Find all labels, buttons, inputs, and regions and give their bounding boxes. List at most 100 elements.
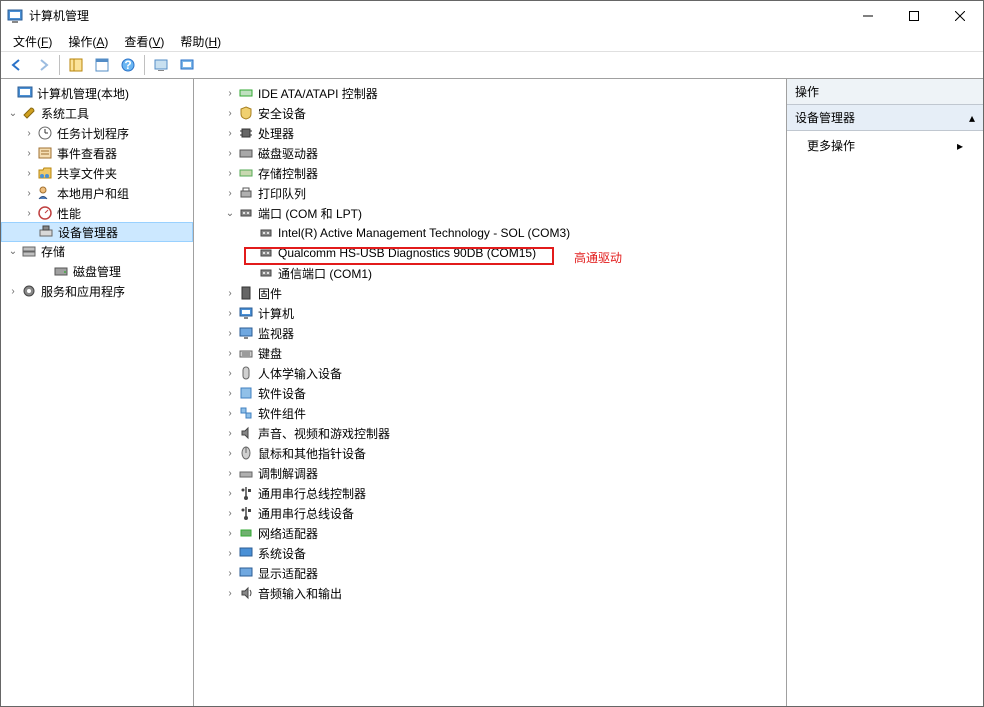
device-modem[interactable]: ›调制解调器 <box>194 463 786 483</box>
chevron-right-icon: ▸ <box>957 139 963 153</box>
expander-open-icon[interactable]: ⌄ <box>5 105 21 121</box>
menu-action[interactable]: 操作(A) <box>60 31 116 52</box>
device-mgr-icon <box>38 224 54 240</box>
forward-button[interactable] <box>31 53 55 77</box>
device-security[interactable]: ›安全设备 <box>194 103 786 123</box>
scan-hardware-button[interactable] <box>149 53 173 77</box>
users-icon <box>37 185 53 201</box>
result-pane[interactable]: ›IDE ATA/ATAPI 控制器 ›安全设备 ›处理器 ›磁盘驱动器 ›存储… <box>194 79 787 706</box>
usb-icon <box>238 505 254 521</box>
node-device-manager[interactable]: 设备管理器 <box>1 222 193 242</box>
menubar: 文件(F) 操作(A) 查看(V) 帮助(H) <box>1 31 983 51</box>
device-sw-components[interactable]: ›软件组件 <box>194 403 786 423</box>
node-root[interactable]: 计算机管理(本地) <box>1 83 193 103</box>
ide-icon <box>238 85 254 101</box>
device-usb-dev[interactable]: ›通用串行总线设备 <box>194 503 786 523</box>
menu-help[interactable]: 帮助(H) <box>172 31 229 52</box>
event-icon <box>37 145 53 161</box>
minimize-button[interactable] <box>845 1 891 30</box>
collapse-icon[interactable]: ▴ <box>969 111 975 125</box>
device-cpu[interactable]: ›处理器 <box>194 123 786 143</box>
expander-closed-icon[interactable]: › <box>21 185 37 201</box>
node-shared-folders[interactable]: › 共享文件夹 <box>1 163 193 183</box>
app-icon <box>7 8 23 24</box>
node-disk-mgmt[interactable]: 磁盘管理 <box>1 261 193 281</box>
maximize-button[interactable] <box>891 1 937 30</box>
device-software[interactable]: ›软件设备 <box>194 383 786 403</box>
device-audio-io[interactable]: ›音频输入和输出 <box>194 583 786 603</box>
device-display[interactable]: ›显示适配器 <box>194 563 786 583</box>
menu-file[interactable]: 文件(F) <box>5 31 60 52</box>
security-icon <box>238 105 254 121</box>
software-icon <box>238 385 254 401</box>
node-system-tools[interactable]: ⌄ 系统工具 <box>1 103 193 123</box>
node-local-users[interactable]: › 本地用户和组 <box>1 183 193 203</box>
mouse-icon <box>238 445 254 461</box>
wrench-icon <box>21 105 37 121</box>
scope-pane[interactable]: 计算机管理(本地) ⌄ 系统工具 › 任务计划程序 › 事件查看器 › 共享文件… <box>1 79 194 706</box>
actions-section[interactable]: 设备管理器 ▴ <box>787 105 983 131</box>
cpu-icon <box>238 125 254 141</box>
device-network[interactable]: ›网络适配器 <box>194 523 786 543</box>
services-icon <box>21 283 37 299</box>
node-storage[interactable]: ⌄ 存储 <box>1 241 193 261</box>
usb-icon <box>238 485 254 501</box>
device-disk[interactable]: ›磁盘驱动器 <box>194 143 786 163</box>
show-hide-tree-button[interactable] <box>64 53 88 77</box>
toolbar-separator <box>144 55 145 75</box>
com-port-icon <box>258 225 274 241</box>
menu-view[interactable]: 查看(V) <box>116 31 172 52</box>
device-storage-ctrl[interactable]: ›存储控制器 <box>194 163 786 183</box>
speaker-icon <box>238 425 254 441</box>
device-computer[interactable]: ›计算机 <box>194 303 786 323</box>
device-mouse[interactable]: ›鼠标和其他指针设备 <box>194 443 786 463</box>
actions-pane: 操作 设备管理器 ▴ 更多操作 ▸ <box>787 79 983 706</box>
back-button[interactable] <box>5 53 29 77</box>
com-port-icon <box>258 245 274 261</box>
port-icon <box>238 205 254 221</box>
device-hid[interactable]: ›人体学输入设备 <box>194 363 786 383</box>
shared-folder-icon <box>37 165 53 181</box>
device-firmware[interactable]: ›固件 <box>194 283 786 303</box>
perf-icon <box>37 205 53 221</box>
node-task-scheduler[interactable]: › 任务计划程序 <box>1 123 193 143</box>
keyboard-icon <box>238 345 254 361</box>
actions-header: 操作 <box>787 79 983 105</box>
properties-button[interactable] <box>90 53 114 77</box>
node-services-apps[interactable]: › 服务和应用程序 <box>1 281 193 301</box>
network-icon <box>238 525 254 541</box>
device-ide[interactable]: ›IDE ATA/ATAPI 控制器 <box>194 83 786 103</box>
clock-icon <box>37 125 53 141</box>
device-usb-ctrl[interactable]: ›通用串行总线控制器 <box>194 483 786 503</box>
expander-closed-icon[interactable]: › <box>21 145 37 161</box>
device-print-queue[interactable]: ›打印队列 <box>194 183 786 203</box>
computer-icon <box>238 305 254 321</box>
device-port-qualcomm[interactable]: Qualcomm HS-USB Diagnostics 90DB (COM15) <box>194 243 786 263</box>
device-audio[interactable]: ›声音、视频和游戏控制器 <box>194 423 786 443</box>
titlebar: 计算机管理 <box>1 1 983 31</box>
device-port-com1[interactable]: 通信端口 (COM1) <box>194 263 786 283</box>
actions-more[interactable]: 更多操作 ▸ <box>787 131 983 160</box>
toolbar: ? <box>1 51 983 79</box>
device-monitor[interactable]: ›监视器 <box>194 323 786 343</box>
node-performance[interactable]: › 性能 <box>1 203 193 223</box>
expander-open-icon[interactable]: ⌄ <box>5 243 21 259</box>
expander-closed-icon[interactable]: › <box>21 125 37 141</box>
device-system[interactable]: ›系统设备 <box>194 543 786 563</box>
device-keyboard[interactable]: ›键盘 <box>194 343 786 363</box>
window-title: 计算机管理 <box>29 7 845 24</box>
monitor-icon <box>238 325 254 341</box>
expander-closed-icon[interactable]: › <box>21 165 37 181</box>
sw-component-icon <box>238 405 254 421</box>
expander-closed-icon[interactable]: › <box>21 205 37 221</box>
audio-io-icon <box>238 585 254 601</box>
expander-closed-icon[interactable]: › <box>5 283 21 299</box>
help-button[interactable]: ? <box>116 53 140 77</box>
view-devices-button[interactable] <box>175 53 199 77</box>
device-ports[interactable]: ⌄端口 (COM 和 LPT) <box>194 203 786 223</box>
node-event-viewer[interactable]: › 事件查看器 <box>1 143 193 163</box>
close-button[interactable] <box>937 1 983 30</box>
device-port-intel[interactable]: Intel(R) Active Management Technology - … <box>194 223 786 243</box>
client-area: 计算机管理(本地) ⌄ 系统工具 › 任务计划程序 › 事件查看器 › 共享文件… <box>1 79 983 706</box>
expander-open-icon[interactable]: ⌄ <box>222 205 238 221</box>
